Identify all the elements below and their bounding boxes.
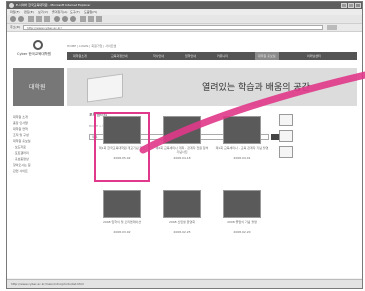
gallery-thumbnail[interactable]	[163, 190, 201, 218]
highlighted-gallery-item	[94, 112, 150, 182]
maximize-button[interactable]	[348, 3, 354, 8]
toolbar	[7, 15, 362, 24]
gallery-caption[interactable]: 2008 졸업식 기념 촬영	[215, 220, 269, 224]
nav-item[interactable]: 학사안내	[153, 52, 164, 60]
quick-menu-icon[interactable]	[279, 114, 293, 126]
gallery-date: 2008.04.18	[173, 156, 191, 160]
gallery-thumbnail[interactable]	[223, 190, 261, 218]
logo-text: Cyber 한국교육대학원	[17, 52, 51, 56]
site-logo[interactable]: Cyber 한국교육대학원	[17, 40, 57, 62]
mail-icon[interactable]	[80, 16, 86, 22]
gallery-caption[interactable]: 제1회 교육세미나 - 교육 관계자 기념 촬영	[215, 146, 269, 150]
title-bar: E-사이버 한국교육대학원 - Microsoft Internet Explo…	[7, 2, 362, 9]
gallery-thumbnail[interactable]	[223, 116, 261, 144]
gallery-date: 2008.04.01	[233, 156, 251, 160]
gallery-caption[interactable]: 2008 신입생 환영회	[155, 220, 209, 224]
go-button[interactable]	[327, 25, 337, 30]
stop-icon[interactable]	[28, 16, 34, 22]
nav-item[interactable]: 커뮤니티	[217, 52, 228, 60]
quick-menu-icon[interactable]	[279, 130, 293, 142]
history-icon[interactable]	[70, 16, 76, 22]
left-nav: 대학원 소개 총장 인사말 대학원 연혁 조직 및 구성 대학원 홍보실 · 보…	[13, 114, 63, 174]
right-column	[277, 114, 357, 214]
minimize-button[interactable]	[341, 3, 347, 8]
status-bar: http://www.cyber.ac.kr/main/intro/photo/…	[7, 279, 362, 288]
nav-item[interactable]: 교육과정안내	[111, 52, 128, 60]
quick-menu-icon[interactable]	[279, 146, 293, 158]
side-banner: 대학원	[13, 68, 64, 106]
book-image	[87, 73, 123, 103]
address-bar: 주소(D) http://www.cyber.ac.kr/	[7, 24, 362, 32]
ie-logo-icon	[9, 3, 14, 8]
nav-item[interactable]: 이러닝센터	[307, 52, 321, 60]
address-label: 주소(D)	[10, 25, 21, 29]
main-nav: 대학원소개 교육과정안내 학사안내 입학안내 커뮤니티 대학원 홍보실 이러닝센…	[67, 52, 357, 60]
refresh-icon[interactable]	[36, 16, 42, 22]
top-links[interactable]: HOME | LOGIN | 회원가입 | 사이트맵	[67, 44, 116, 48]
forward-icon[interactable]	[18, 16, 24, 22]
banner-calligraphy: 열려있는 학습과 배움의 공간	[202, 83, 310, 93]
gallery-date: 2008.03.02	[113, 230, 131, 234]
gallery-thumbnail[interactable]	[163, 116, 201, 144]
nav-item[interactable]: 입학안내	[185, 52, 196, 60]
home-icon[interactable]	[44, 16, 50, 22]
window-title: E-사이버 한국교육대학원 - Microsoft Internet Explo…	[16, 3, 91, 7]
gallery-caption[interactable]: 제2회 교육세미나 개최 - 관계자 전원 참석 기념사진	[155, 146, 209, 154]
side-banner-title: 대학원	[29, 84, 46, 91]
favorites-icon[interactable]	[62, 16, 68, 22]
gallery-date: 2008.02.20	[233, 230, 251, 234]
search-icon[interactable]	[54, 16, 60, 22]
nav-item-active[interactable]: 대학원 홍보실	[255, 52, 279, 60]
university-emblem-icon	[33, 40, 43, 50]
edit-icon[interactable]	[96, 16, 102, 22]
web-page: Cyber 한국교육대학원 HOME | LOGIN | 회원가입 | 사이트맵…	[7, 32, 362, 278]
back-icon[interactable]	[10, 16, 16, 22]
close-button[interactable]	[355, 3, 361, 8]
browser-window: E-사이버 한국교육대학원 - Microsoft Internet Explo…	[6, 1, 363, 289]
left-nav-item[interactable]: 관련 사이트	[13, 168, 63, 174]
status-text: http://www.cyber.ac.kr/main/intro/photo/…	[11, 282, 85, 286]
gallery-thumbnail[interactable]	[103, 190, 141, 218]
nav-item[interactable]: 대학원소개	[73, 52, 87, 60]
print-icon[interactable]	[88, 16, 94, 22]
main-banner: 열려있는 학습과 배움의 공간	[67, 68, 357, 106]
gallery-caption[interactable]: 2008 입학식 및 오리엔테이션	[95, 220, 149, 224]
gallery-date: 2008.02.25	[173, 230, 191, 234]
address-input[interactable]: http://www.cyber.ac.kr/	[23, 25, 323, 30]
